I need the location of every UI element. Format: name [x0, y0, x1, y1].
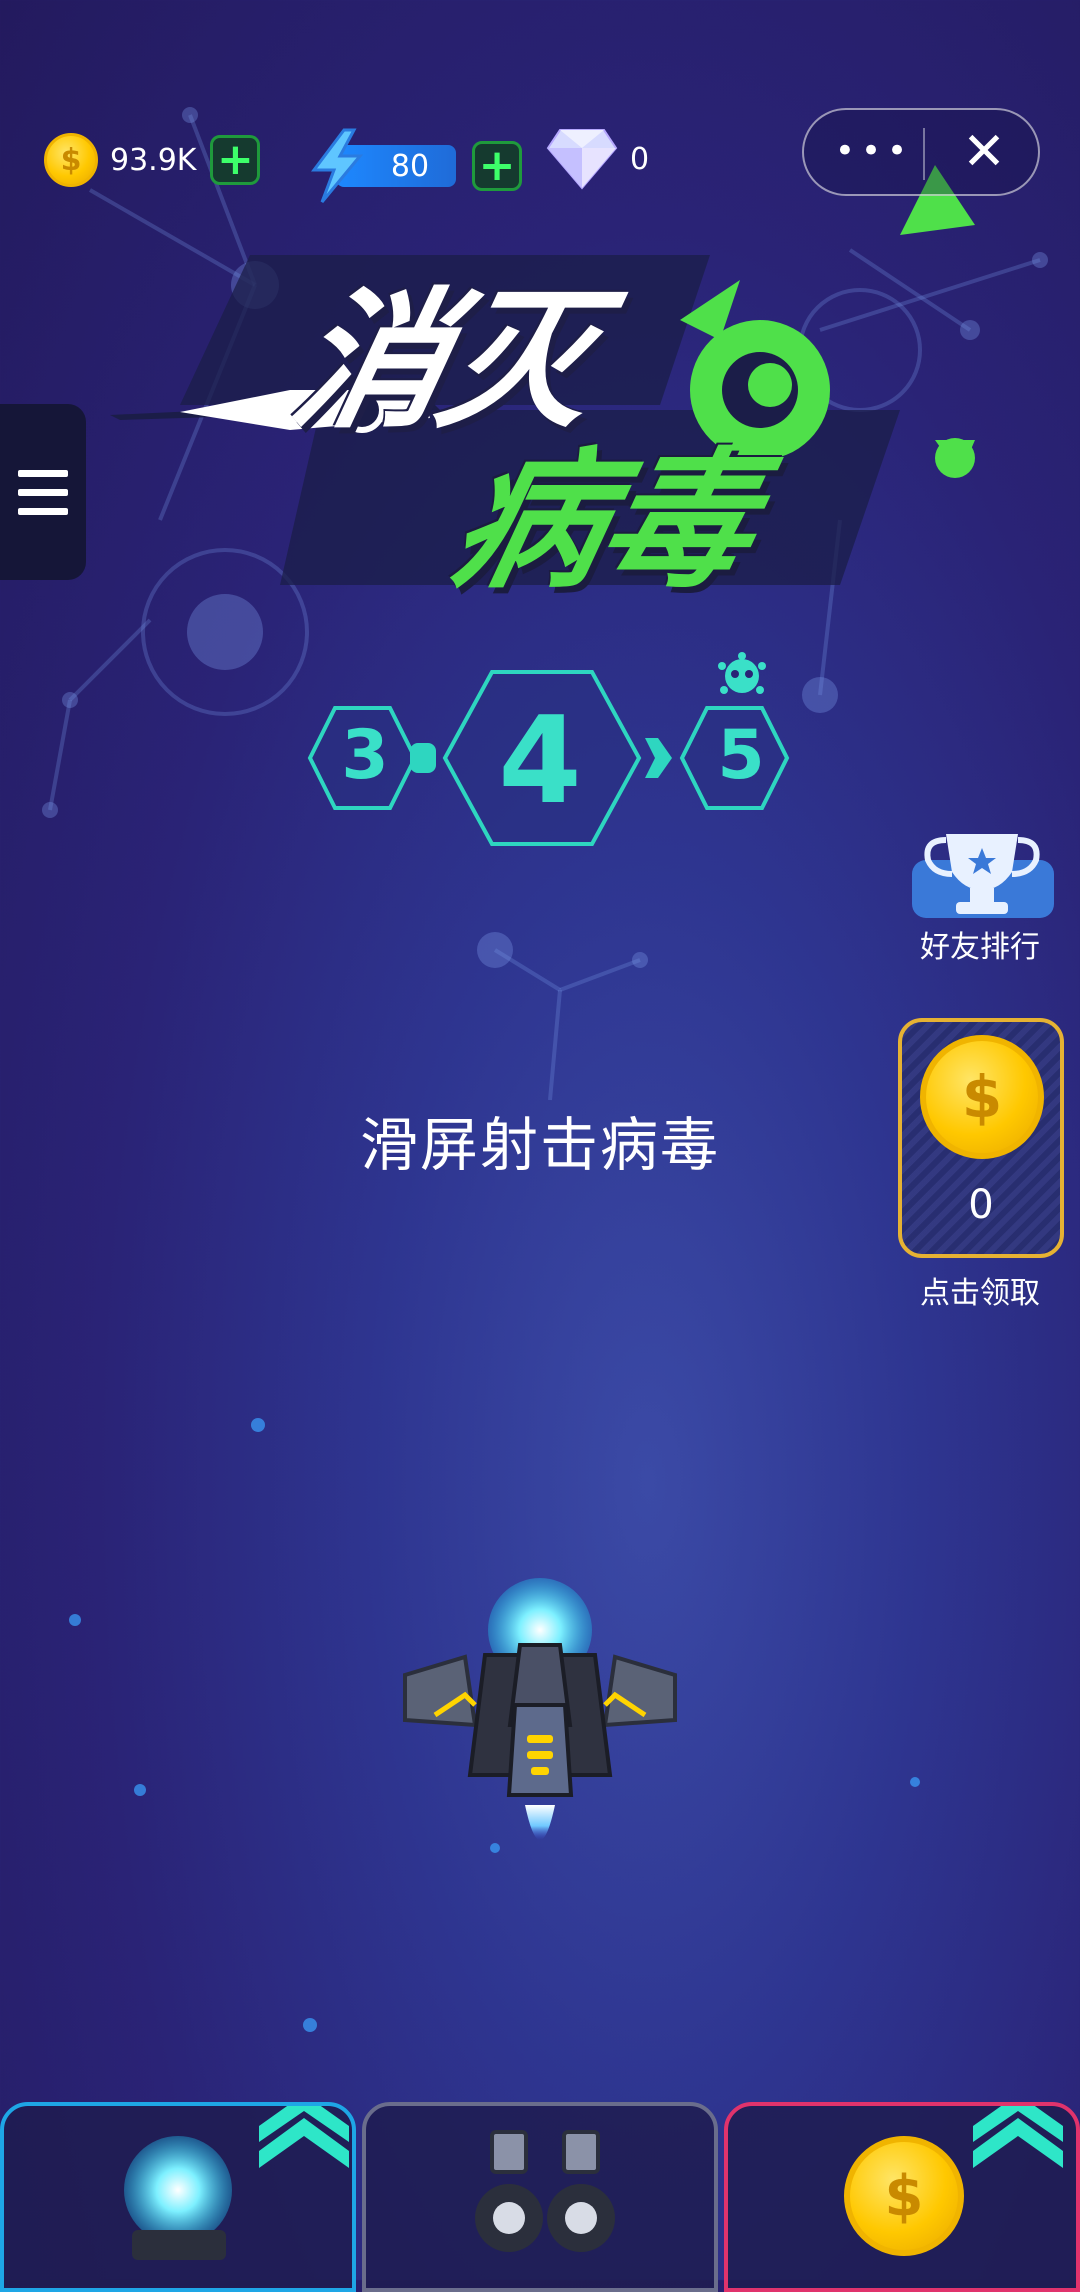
- more-dots-icon[interactable]: •••: [834, 128, 914, 178]
- add-energy-button[interactable]: +: [472, 141, 522, 191]
- upgrade-chevron-icon: [259, 2106, 349, 2168]
- hamburger-icon[interactable]: [0, 404, 86, 580]
- title-line-2: 病毒: [438, 435, 768, 609]
- coin-icon: $: [44, 133, 98, 187]
- level-next[interactable]: 5: [686, 716, 796, 795]
- coin-amount: 93.9K: [110, 142, 197, 178]
- coin-counter: $ 93.9K +: [44, 133, 261, 187]
- friend-rank-label: 好友排行: [920, 930, 1040, 965]
- diamond-icon: [546, 129, 618, 190]
- upgrade-chevron-icon: [973, 2106, 1063, 2168]
- upgrade-slot-turret[interactable]: [362, 2102, 718, 2292]
- swipe-hint: 滑屏射击病毒: [359, 1111, 720, 1179]
- diamond-counter: 0: [546, 128, 649, 190]
- claim-coin-count: 0: [968, 1182, 994, 1228]
- lightning-icon: [311, 128, 364, 203]
- add-coins-button[interactable]: +: [210, 135, 261, 185]
- trophy-icon: [912, 834, 1054, 918]
- upgrade-slot-shield[interactable]: [0, 2102, 356, 2292]
- close-icon[interactable]: ✕: [944, 122, 1024, 184]
- upgrade-slot-coins[interactable]: $: [724, 2102, 1080, 2292]
- player-ship[interactable]: [395, 1575, 685, 1875]
- capsule-divider: [923, 128, 925, 180]
- coin-upgrade-icon: $: [844, 2136, 964, 2256]
- shield-orb-icon: [124, 2136, 232, 2260]
- level-previous[interactable]: 3: [310, 716, 420, 795]
- miniprogram-capsule: ••• ✕: [802, 108, 1040, 196]
- energy-counter: 80 +: [306, 128, 522, 204]
- diamond-amount: 0: [630, 141, 650, 177]
- claim-label: 点击领取: [920, 1276, 1040, 1311]
- virus-icon: [718, 652, 766, 694]
- twin-cannon-icon: [475, 2130, 615, 2252]
- level-current[interactable]: 4: [455, 692, 625, 831]
- friend-rank-button[interactable]: 好友排行: [900, 830, 1080, 970]
